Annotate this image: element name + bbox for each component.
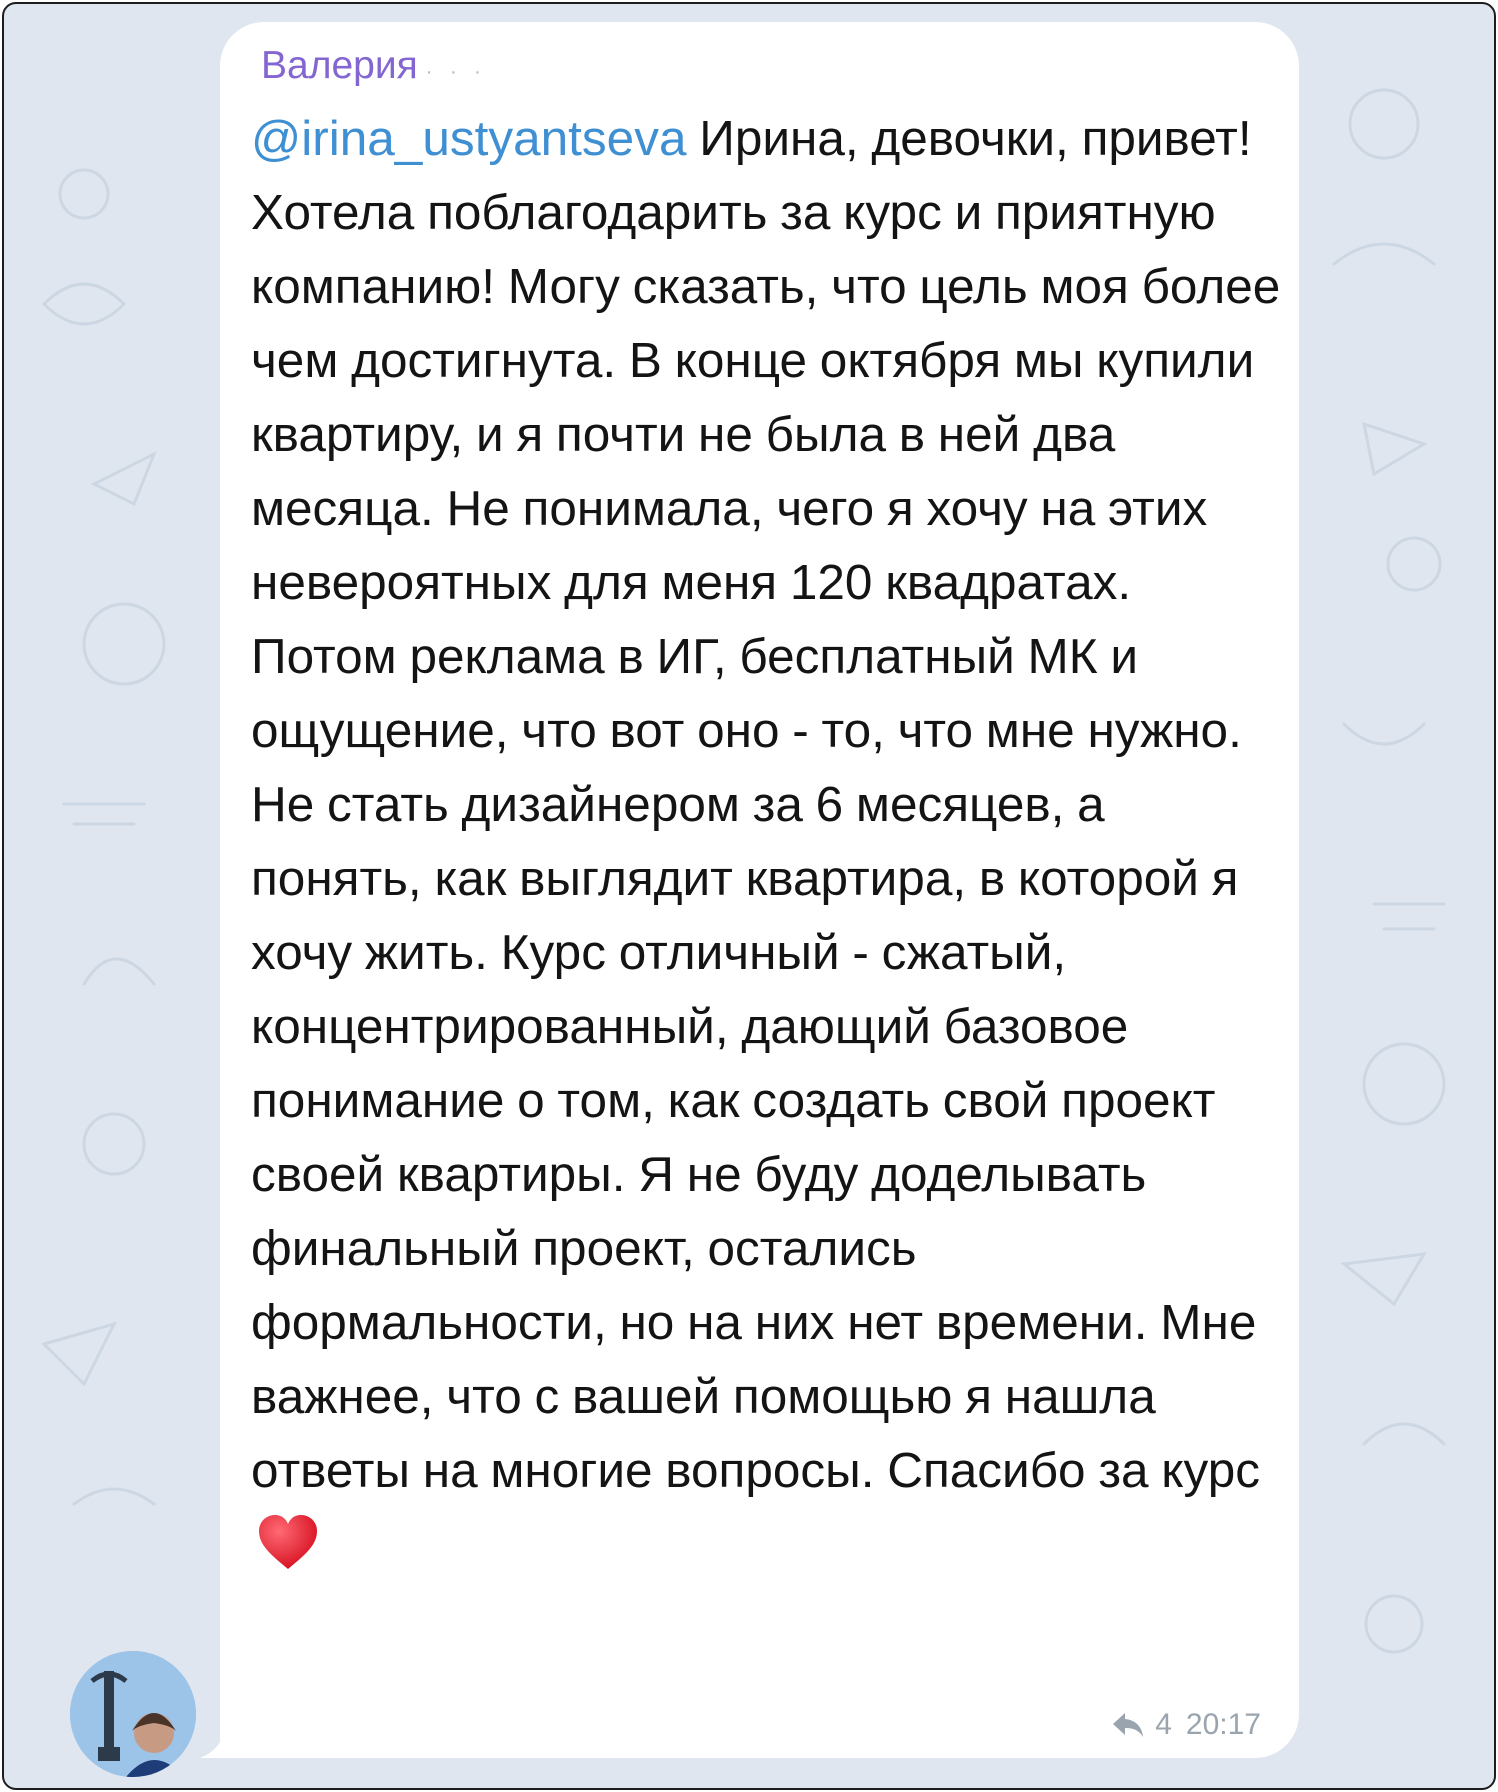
sender-name[interactable]: Валерия · · ·: [261, 44, 566, 88]
message-body: Ирина, девочки, привет! Хотела поблагода…: [251, 111, 1281, 1498]
sender-name-text[interactable]: Валерия: [261, 44, 418, 87]
message-time: 20:17: [1185, 1708, 1261, 1741]
avatar-image: [70, 1651, 196, 1777]
heart-emoji-icon: [257, 1513, 319, 1571]
message-text: @irina_ustyantseva Ирина, девочки, приве…: [251, 102, 1281, 1582]
replies-count: 4: [1155, 1708, 1172, 1741]
sender-status-blurred: · · ·: [425, 60, 487, 83]
replies-indicator[interactable]: 4: [1111, 1708, 1172, 1742]
reply-arrow-icon: [1113, 1713, 1144, 1737]
message-bubble[interactable]: Валерия · · · @irina_ustyantseva Ирина, д…: [220, 22, 1299, 1758]
mention-link[interactable]: @irina_ustyantseva: [251, 111, 686, 166]
chat-window: Валерия · · · @irina_ustyantseva Ирина, д…: [2, 2, 1496, 1790]
message-meta: 4 20:17: [1111, 1708, 1261, 1742]
user-avatar[interactable]: [70, 1651, 196, 1777]
